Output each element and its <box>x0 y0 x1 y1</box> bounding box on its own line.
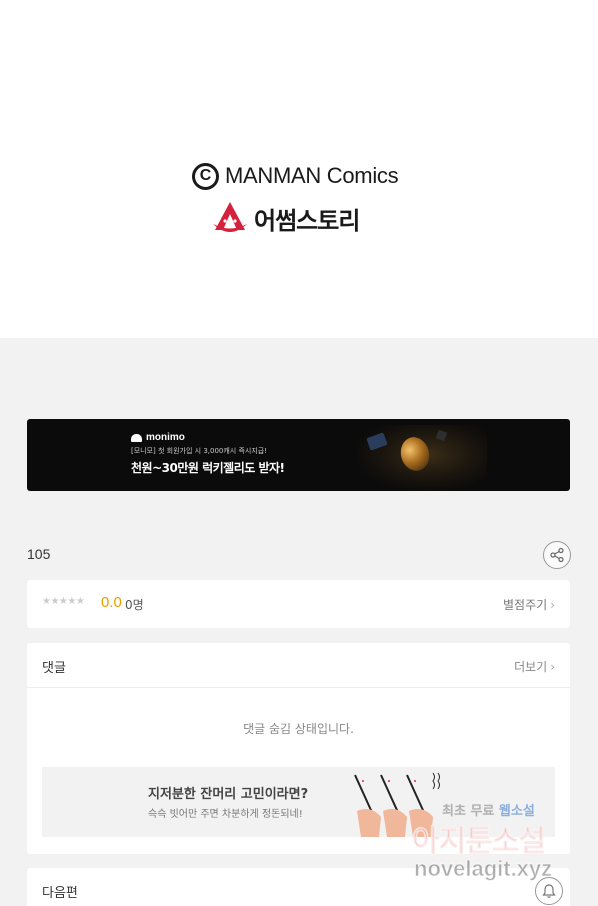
rate-button-label: 별점주기 <box>503 598 548 612</box>
chevron-right-icon: › <box>550 597 555 612</box>
copyright-circle-icon: C <box>192 162 219 190</box>
monimo-logo-icon <box>131 433 142 442</box>
comments-header: 댓글 더보기 › <box>27 643 570 688</box>
next-episode-card[interactable]: 다음편 <box>27 868 570 906</box>
share-button[interactable] <box>543 541 571 569</box>
ad-banner-monimo[interactable]: monimo [모니모] 첫 회원가입 시 3,000캐시 즉시지급! 천원~3… <box>27 419 570 491</box>
ad-title: 지저분한 잔머리 고민이라면? <box>148 787 309 802</box>
rating-score: 0.0 <box>101 594 122 611</box>
comment-ad-box[interactable]: 지저분한 잔머리 고민이라면? 슥슥 빗어만 주면 차분하게 정돈되네! <box>42 767 555 837</box>
rating-card: ★★★★★ 0.0 0명 별점주기 › <box>27 580 570 628</box>
awesome-story-a-icon <box>213 202 247 232</box>
notification-button[interactable] <box>535 877 563 905</box>
publisher-logo-text: MANMAN Comics <box>225 163 399 188</box>
episode-number: 105 <box>27 546 51 562</box>
banner-subtext: [모니모] 첫 회원가입 시 3,000캐시 즉시지급! <box>131 447 268 455</box>
banner-brand: monimo <box>131 432 185 443</box>
chevron-right-icon: › <box>550 659 555 674</box>
bell-icon <box>542 884 556 898</box>
comments-hidden-message: 댓글 숨김 상태입니다. <box>243 722 354 736</box>
comments-section: 댓글 더보기 › 댓글 숨김 상태입니다. 지저분한 잔머리 고민이라면? 슥슥… <box>27 643 570 854</box>
more-label: 더보기 <box>514 660 548 674</box>
ad-subtitle: 슥슥 빗어만 주면 차분하게 정돈되네! <box>148 809 303 820</box>
rate-button[interactable]: 별점주기 › <box>503 596 555 613</box>
comments-more-button[interactable]: 더보기 › <box>514 658 555 675</box>
comments-title: 댓글 <box>42 661 66 676</box>
manman-comics-logo: C MANMAN Comics <box>192 161 399 191</box>
star-rating-icons: ★★★★★ <box>42 596 85 607</box>
studio-logo-text: 어썸스토리 <box>254 206 360 235</box>
banner-headline: 천원~30만원 럭키젤리도 받자! <box>131 461 285 475</box>
rating-count: 0명 <box>125 598 144 612</box>
awesome-story-logo: 어썸스토리 <box>210 198 360 238</box>
hair-stick-illustration <box>354 772 440 837</box>
next-episode-title: 다음편 <box>42 886 78 901</box>
share-icon <box>550 547 564 563</box>
comic-cover-area: C MANMAN Comics 어썸스토리 <box>0 0 598 338</box>
banner-brand-text: monimo <box>146 432 185 443</box>
